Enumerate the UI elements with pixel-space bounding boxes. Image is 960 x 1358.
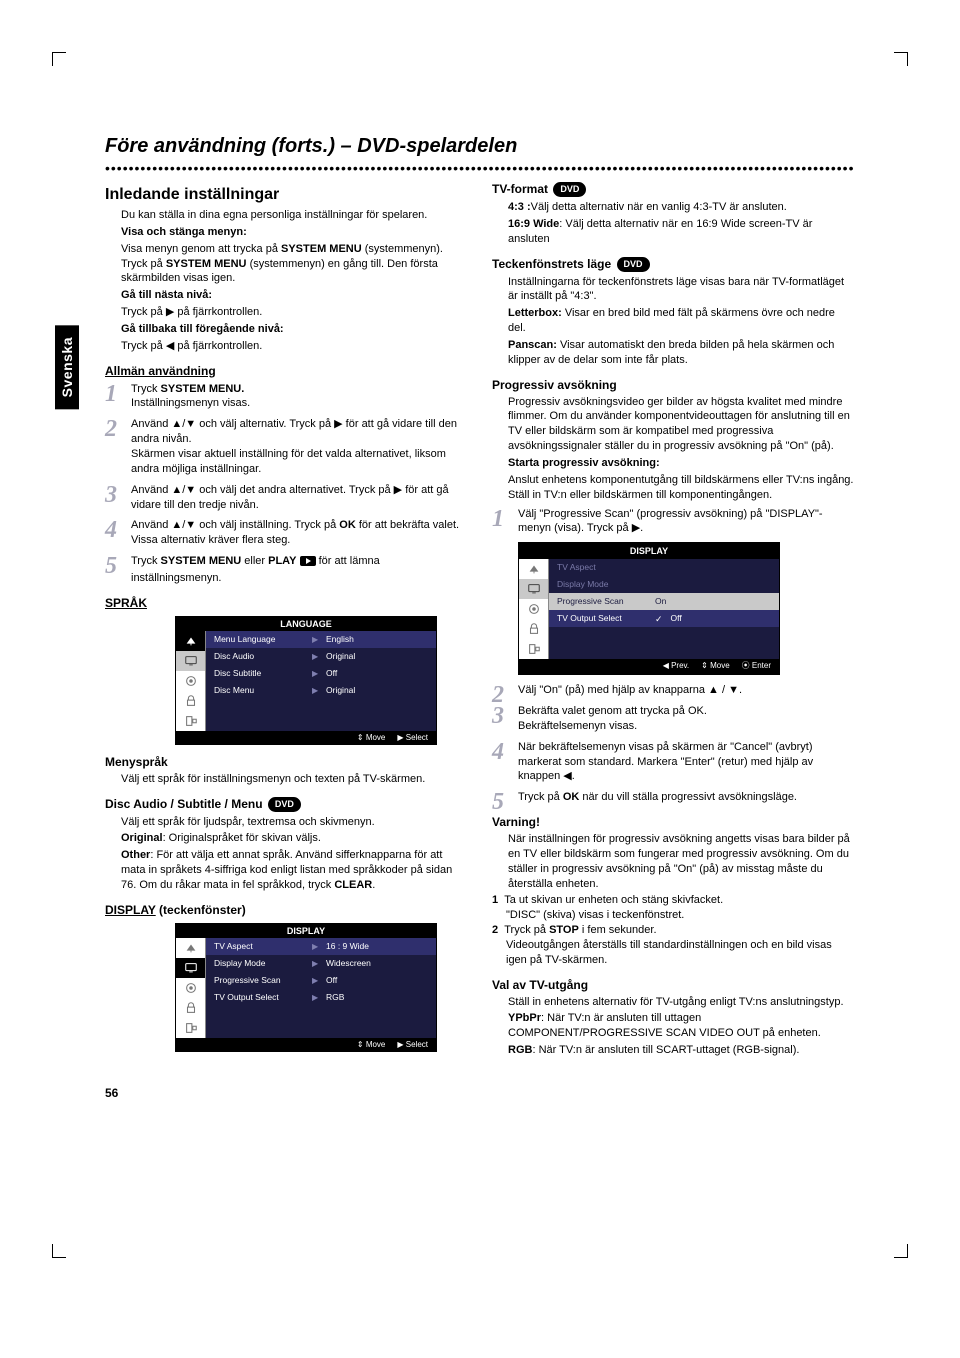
- varning-step-1: 1 Ta ut skivan ur enheten och stäng skiv…: [492, 893, 855, 908]
- heading-tvformat: TV-format DVD: [492, 182, 855, 197]
- intro-text: Du kan ställa in dina egna personliga in…: [121, 208, 468, 223]
- dvd-badge: DVD: [268, 797, 301, 812]
- lock-icon: [176, 691, 205, 711]
- screen-icon: [519, 579, 548, 599]
- audio-icon: [519, 599, 548, 619]
- prog-start-text: Anslut enhetens komponentutgång till bil…: [508, 473, 855, 503]
- osd-row: Disc Audio▶Original: [206, 648, 436, 665]
- title-divider: ••••••••••••••••••••••••••••••••••••••••…: [105, 160, 855, 174]
- progressiv-text: Progressiv avsökningsvideo ger bilder av…: [508, 395, 855, 454]
- audio-icon: [176, 978, 205, 998]
- osd-row: Menu Language▶English: [206, 631, 436, 648]
- page-title: Före användning (forts.) – DVD-spelardel…: [105, 135, 855, 158]
- tvoutput-ypbpr: YPbPr: När TV:n är ansluten till uttagen…: [508, 1011, 855, 1041]
- prog-start-heading: Starta progressiv avsökning:: [508, 457, 660, 469]
- lock-icon: [176, 998, 205, 1018]
- heading-sprak: SPRÅK: [105, 596, 147, 610]
- osd-title: LANGUAGE: [176, 617, 436, 631]
- heading-menysprak: Menyspråk: [105, 755, 168, 769]
- osd-row: Display Mode: [549, 576, 779, 593]
- gatillbaka-heading: Gå tillbaka till föregående nivå:: [121, 323, 284, 335]
- ganasta-text: Tryck på ▶ på fjärrkontrollen.: [121, 305, 468, 320]
- osd-footer: ◀ Prev.⇕ Move⦿ Enter: [519, 659, 779, 674]
- osd-language-menu: LANGUAGE Menu Language▶English: [175, 616, 437, 745]
- osd-row: TV Output Select ✓Off: [549, 610, 779, 627]
- screen-icon: [176, 958, 205, 978]
- progressiv-steps: 1Välj "Progressive Scan" (progressiv avs…: [492, 507, 855, 806]
- osd-footer: ⇕ Move▶ Select: [176, 1038, 436, 1051]
- discaudio-p1: Välj ett språk för ljudspår, textremsa o…: [121, 815, 468, 830]
- osd-title: DISPLAY: [519, 543, 779, 559]
- language-tab: Svenska: [55, 325, 79, 409]
- speaker-icon: [176, 711, 205, 731]
- osd-title: DISPLAY: [176, 924, 436, 938]
- heading-display: DISPLAY (teckenfönster): [105, 903, 468, 917]
- page-number: 56: [105, 1086, 855, 1100]
- globe-icon: [176, 631, 205, 651]
- varning-step-2: 2 Tryck på STOP i fem sekunder.: [492, 923, 855, 938]
- speaker-icon: [176, 1018, 205, 1038]
- osd-icon-column: [176, 938, 206, 1038]
- tvformat-43: 4:3 :Välj detta alternativ när en vanlig…: [508, 200, 855, 215]
- globe-icon: [519, 559, 548, 579]
- discaudio-original: Original: Originalspråket för skivan väl…: [121, 831, 468, 846]
- gatillbaka-text: Tryck på ◀ på fjärrkontrollen.: [121, 339, 468, 354]
- osd-row: TV Aspect: [549, 559, 779, 576]
- allman-steps: 1 Tryck SYSTEM MENU. Inställningsmenyn v…: [105, 382, 468, 586]
- osd-row-highlight: Progressive ScanOn: [549, 593, 779, 610]
- speaker-icon: [519, 639, 548, 659]
- tecken-letterbox: Letterbox: Visar en bred bild med fält p…: [508, 306, 855, 336]
- varning-step-2b: Videoutgången återställs till standardin…: [506, 938, 855, 968]
- audio-icon: [176, 671, 205, 691]
- heading-progressiv: Progressiv avsökning: [492, 378, 617, 392]
- manual-page: Svenska Före användning (forts.) – DVD-s…: [55, 50, 905, 1250]
- tecken-panscan: Panscan: Visar automatiskt den breda bil…: [508, 338, 855, 368]
- screen-icon: [176, 651, 205, 671]
- osd-row: Disc Menu▶Original: [206, 682, 436, 699]
- osd-footer: ⇕ Move▶ Select: [176, 731, 436, 744]
- osd-row: Progressive Scan▶Off: [206, 972, 436, 989]
- osd-icon-column: [519, 559, 549, 659]
- tvoutput-rgb: RGB: När TV:n är ansluten till SCART-utt…: [508, 1043, 855, 1058]
- osd-row: TV Output Select▶RGB: [206, 989, 436, 1006]
- varning-step-1b: "DISC" (skiva) visas i teckenfönstret.: [506, 908, 855, 923]
- osd-row: Disc Subtitle▶Off: [206, 665, 436, 682]
- osd-icon-column: [176, 631, 206, 731]
- visa-heading: Visa och stänga menyn:: [121, 226, 247, 238]
- discaudio-other: Other: För att välja ett annat språk. An…: [121, 848, 468, 893]
- osd-row: TV Aspect▶16 : 9 Wide: [206, 938, 436, 955]
- visa-text: Visa menyn genom att trycka på SYSTEM ME…: [121, 242, 468, 287]
- right-column: TV-format DVD 4:3 :Välj detta alternativ…: [492, 182, 855, 1062]
- menysprak-text: Välj ett språk för inställningsmenyn och…: [121, 772, 468, 787]
- left-column: Inledande inställningar Du kan ställa in…: [105, 182, 468, 1062]
- varning-text: När inställningen för progressiv avsökni…: [508, 832, 855, 891]
- heading-tvoutput: Val av TV-utgång: [492, 978, 588, 992]
- osd-display-menu-progscan: DISPLAY TV Aspect: [518, 542, 780, 675]
- osd-display-menu: DISPLAY TV Aspect▶16 : 9 Wide: [175, 923, 437, 1052]
- heading-tecken: Teckenfönstrets läge DVD: [492, 257, 855, 272]
- tvformat-169: 16:9 Wide: Välj detta alternativ när en …: [508, 217, 855, 247]
- tecken-p1: Inställningarna för teckenfönstrets läge…: [508, 275, 855, 305]
- heading-inledande: Inledande inställningar: [105, 186, 468, 204]
- globe-icon: [176, 938, 205, 958]
- dvd-badge: DVD: [553, 182, 586, 197]
- lock-icon: [519, 619, 548, 639]
- heading-allman: Allmän användning: [105, 364, 216, 378]
- heading-discaudio: Disc Audio / Subtitle / Menu DVD: [105, 797, 468, 812]
- tvoutput-text: Ställ in enhetens alternativ för TV-utgå…: [508, 995, 855, 1010]
- osd-row: Display Mode▶Widescreen: [206, 955, 436, 972]
- ganasta-heading: Gå till nästa nivå:: [121, 289, 212, 301]
- play-icon: [300, 556, 316, 571]
- dvd-badge: DVD: [617, 257, 650, 272]
